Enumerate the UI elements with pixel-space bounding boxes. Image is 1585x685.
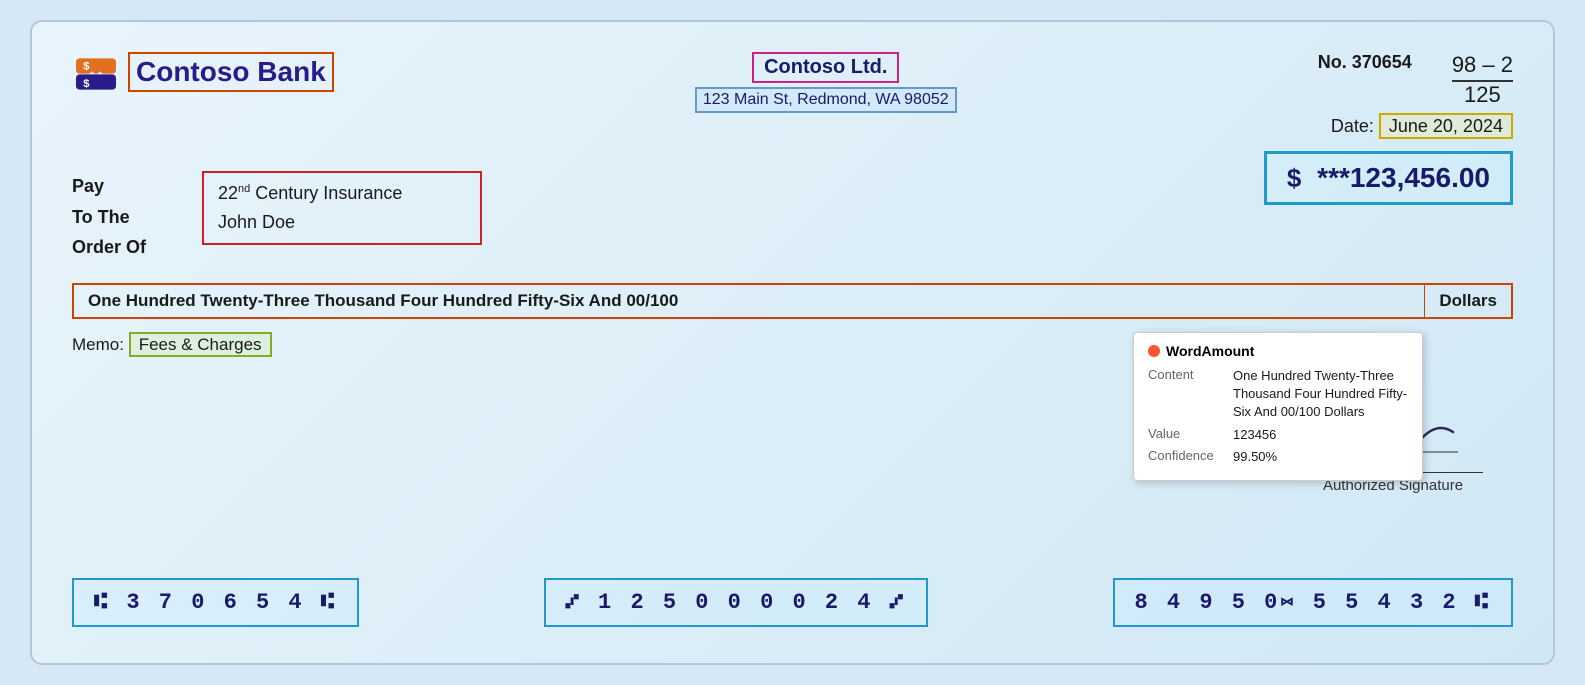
words-box: One Hundred Twenty-Three Thousand Four H… [72, 283, 1424, 319]
svg-text:$: $ [83, 61, 90, 73]
header-right-inner: No. 370654 98 – 2 125 [1318, 52, 1513, 108]
tooltip-confidence-row: Confidence 99.50% [1148, 448, 1408, 466]
svg-text:$: $ [83, 78, 90, 90]
payee-line2: John Doe [218, 208, 466, 237]
tooltip-title: WordAmount [1166, 343, 1254, 359]
memo-label: Memo: [72, 335, 124, 354]
words-row: One Hundred Twenty-Three Thousand Four H… [72, 283, 1513, 319]
micr-account: ⑇ 1 2 5 0 0 0 0 2 4 ⑇ [544, 578, 928, 627]
routing-fraction: 98 – 2 125 [1452, 52, 1513, 108]
fraction-denominator: 125 [1452, 82, 1513, 108]
micr-routing: ⑆ 3 7 0 6 5 4 ⑆ [72, 578, 359, 627]
company-info: Contoso Ltd. 123 Main St, Redmond, WA 98… [695, 52, 957, 113]
date-label: Date: [1331, 116, 1374, 136]
micr-row: ⑆ 3 7 0 6 5 4 ⑆ ⑇ 1 2 5 0 0 0 0 2 4 ⑇ 8 … [72, 578, 1513, 627]
pay-row: Pay To The Order Of 22nd Century Insuran… [72, 171, 482, 263]
payee-box: 22nd Century Insurance John Doe [202, 171, 482, 245]
check-no-value: 370654 [1352, 52, 1412, 72]
tooltip-popup: WordAmount Content One Hundred Twenty-Th… [1133, 332, 1423, 481]
tooltip-content-label: Content [1148, 367, 1223, 422]
tooltip-value-label: Value [1148, 426, 1223, 444]
amount-box: $ ***123,456.00 [1264, 151, 1513, 205]
check-number-area: No. 370654 98 – 2 125 Date: June 20, 202… [1318, 52, 1513, 137]
micr-account-text: ⑇ 1 2 5 0 0 0 0 2 4 ⑇ [566, 590, 906, 615]
header-row: $ $ Contoso Bank Contoso Ltd. 123 Main S… [72, 52, 1513, 137]
payee-line1: 22nd Century Insurance [218, 179, 466, 208]
bank-logo-area: $ $ Contoso Bank [72, 52, 334, 92]
tooltip-value-value: 123456 [1233, 426, 1276, 444]
check-document: $ $ Contoso Bank Contoso Ltd. 123 Main S… [30, 20, 1555, 665]
pay-label: Pay To The Order Of [72, 171, 182, 263]
bank-name: Contoso Bank [128, 52, 334, 92]
date-value: June 20, 2024 [1379, 113, 1513, 139]
company-name: Contoso Ltd. [752, 52, 899, 83]
fraction-numerator: 98 – 2 [1452, 52, 1513, 82]
dollars-label: Dollars [1424, 283, 1513, 319]
tooltip-dot-icon [1148, 345, 1160, 357]
memo-value: Fees & Charges [129, 332, 272, 357]
check-no-block: No. 370654 [1318, 52, 1412, 73]
micr-check: 8 4 9 5 0⑅ 5 5 4 3 2 ⑆ [1113, 578, 1513, 627]
company-address: 123 Main St, Redmond, WA 98052 [695, 87, 957, 113]
bank-logo-icon: $ $ [72, 52, 120, 92]
tooltip-confidence-label: Confidence [1148, 448, 1223, 466]
tooltip-value-row: Value 123456 [1148, 426, 1408, 444]
check-no: No. 370654 [1318, 52, 1412, 72]
amount-value: ***123,456.00 [1317, 162, 1490, 193]
tooltip-header: WordAmount [1148, 343, 1408, 359]
tooltip-content-value: One Hundred Twenty-Three Thousand Four H… [1233, 367, 1408, 422]
micr-routing-text: ⑆ 3 7 0 6 5 4 ⑆ [94, 590, 337, 615]
micr-check-text: 8 4 9 5 0⑅ 5 5 4 3 2 ⑆ [1135, 590, 1491, 615]
date-row: Date: June 20, 2024 [1318, 116, 1513, 137]
tooltip-confidence-value: 99.50% [1233, 448, 1277, 466]
amount-symbol: $ [1287, 163, 1301, 193]
tooltip-content-row: Content One Hundred Twenty-Three Thousan… [1148, 367, 1408, 422]
amount-in-words: One Hundred Twenty-Three Thousand Four H… [88, 291, 678, 310]
